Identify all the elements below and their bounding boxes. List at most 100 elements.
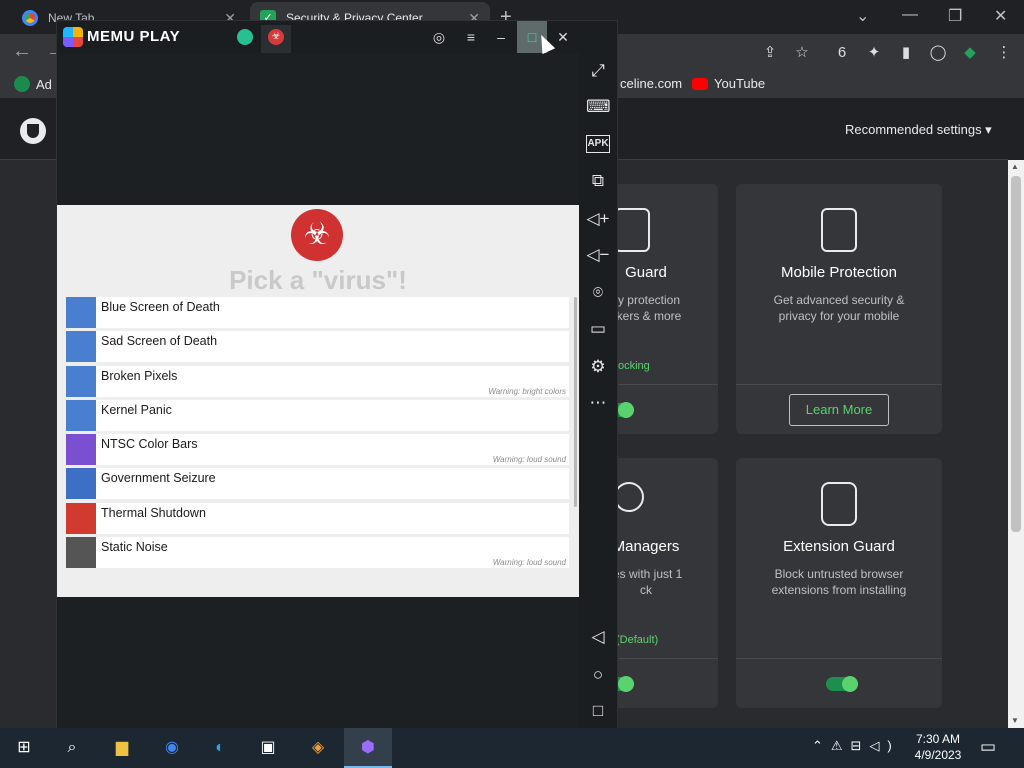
card-description: Block untrusted browser extensions from … — [771, 567, 907, 597]
color-bars-icon — [66, 434, 96, 466]
hamburger-menu-icon[interactable]: ≡ — [461, 27, 481, 47]
system-tray[interactable]: ⌃⚠⊟◁) — [812, 738, 900, 754]
list-item-label: Broken Pixels — [101, 368, 178, 383]
bookmark-youtube[interactable]: YouTube — [692, 76, 765, 91]
chrome-taskbar-icon[interactable]: ◉ — [160, 736, 184, 760]
mobile-shield-icon — [821, 208, 857, 252]
clock-time[interactable]: 7:30 AM — [890, 732, 986, 746]
card-divider — [736, 658, 942, 659]
scroll-down-icon[interactable]: ▼ — [1011, 716, 1019, 725]
windows-start-icon[interactable]: ⊞ — [12, 736, 36, 760]
apk-icon[interactable]: APK — [586, 135, 610, 153]
volume-down-icon[interactable]: ◁− — [586, 243, 610, 267]
location-icon[interactable]: ⌾ — [586, 281, 610, 305]
account-icon[interactable]: ◎ — [429, 27, 449, 47]
key-icon — [614, 482, 644, 512]
card-status: ocking — [618, 360, 650, 372]
memu-logo-icon — [63, 27, 83, 47]
list-item-label: Government Seizure — [101, 471, 216, 486]
puzzle-shield-icon — [821, 482, 857, 526]
list-item-label: Static Noise — [101, 540, 168, 555]
close-button[interactable]: ✕ — [553, 27, 573, 47]
app-store-icon[interactable] — [237, 29, 253, 45]
list-item-label: Sad Screen of Death — [101, 334, 218, 349]
list-item[interactable]: Kernel Panic — [66, 399, 569, 431]
active-app-tab[interactable]: ☣ — [261, 25, 291, 53]
bookmark-icon — [14, 76, 30, 92]
bookmark-star-icon[interactable]: ☆ — [792, 43, 812, 63]
youtube-icon — [692, 77, 708, 90]
page-scrollbar[interactable]: ▲ ▼ — [1008, 160, 1024, 728]
memu-emulator-window: MEMU PLAY ☣ ◎ ≡ – □ ✕ ⋘ ☣ Pick a "virus"… — [56, 20, 618, 729]
biohazard-icon: ☣ — [291, 209, 343, 261]
notifications-icon[interactable]: ▭ — [980, 737, 996, 757]
memu-taskbar-icon: ⬢ — [361, 739, 375, 756]
menu-icon[interactable]: ⋮ — [994, 43, 1014, 63]
broken-image-icon — [66, 365, 96, 397]
bookmark-item[interactable]: celine.com — [620, 76, 682, 91]
list-item[interactable]: Blue Screen of Death — [66, 297, 569, 328]
list-scrollbar[interactable] — [574, 297, 577, 507]
minimize-button[interactable]: – — [491, 27, 511, 47]
card-extension-guard: Extension Guard Block untrusted browser … — [736, 458, 942, 708]
back-icon[interactable]: ← — [12, 40, 32, 63]
card-mobile-protection: Mobile Protection Get advanced security … — [736, 184, 942, 434]
noise-icon — [66, 537, 96, 569]
biohazard-app-icon: ☣ — [268, 29, 284, 45]
scroll-up-icon[interactable]: ▲ — [1011, 162, 1019, 171]
memu-sidebar: ⤢ ⌨ APK ⧉ ◁+ ◁− ⌾ ▭ ⚙ ⋯ ◁ ○ □ — [579, 21, 617, 729]
bookmark-label: Ad — [36, 76, 52, 92]
tab-search-icon[interactable]: ⌄ — [856, 6, 869, 26]
security-extension-icon[interactable]: ◆ — [960, 43, 980, 63]
scrollbar-thumb[interactable] — [1011, 176, 1021, 532]
restore-button[interactable]: ❐ — [948, 6, 962, 26]
card-title: Mobile Protection — [781, 264, 897, 281]
settings-icon[interactable]: ⚙ — [586, 355, 610, 379]
virus-list: Blue Screen of Death Sad Screen of Death B… — [66, 297, 569, 571]
list-item[interactable]: Government Seizure — [66, 468, 569, 500]
home-icon[interactable]: ○ — [586, 663, 610, 687]
file-explorer-icon[interactable]: ▆ — [110, 736, 134, 760]
badge-icon — [66, 468, 96, 500]
memu-titlebar[interactable]: MEMU PLAY ☣ ◎ ≡ – □ ✕ ⋘ — [57, 21, 617, 53]
share-icon[interactable]: ⇪ — [760, 43, 780, 63]
list-item[interactable]: Sad Screen of Death — [66, 331, 569, 363]
profile-icon[interactable]: ◯ — [928, 43, 948, 63]
side-panel-icon[interactable]: ▮ — [896, 43, 916, 63]
puzzle-icon[interactable]: ✦ — [864, 43, 884, 63]
volume-up-icon[interactable]: ◁+ — [586, 207, 610, 231]
extension-guard-toggle[interactable] — [826, 676, 858, 692]
card-title: Extension Guard — [783, 538, 895, 555]
list-item[interactable]: Broken Pixels Warning: bright colors — [66, 365, 569, 397]
recommended-settings-dropdown[interactable]: Recommended settings ▾ — [845, 122, 992, 138]
fullscreen-icon[interactable]: ⤢ — [586, 59, 610, 83]
close-window-button[interactable]: ✕ — [994, 6, 1007, 26]
more-icon[interactable]: ⋯ — [586, 391, 610, 415]
flame-icon — [66, 502, 96, 534]
security-app-icon[interactable]: ◈ — [306, 736, 330, 760]
list-item[interactable]: Thermal Shutdown — [66, 502, 569, 534]
recents-icon[interactable]: □ — [586, 699, 610, 723]
keyboard-icon[interactable]: ⌨ — [586, 95, 611, 119]
bookmark-item[interactable]: Ad — [14, 76, 52, 92]
list-item-warning: Warning: loud sound — [492, 455, 566, 465]
bookmark-label: YouTube — [714, 76, 766, 91]
folder-icon[interactable]: ▭ — [586, 317, 610, 341]
clock-date[interactable]: 4/9/2023 — [890, 748, 986, 762]
list-item-warning: Warning: bright colors — [488, 386, 566, 396]
list-item-label: Blue Screen of Death — [101, 300, 220, 314]
multi-window-icon[interactable]: ⧉ — [586, 169, 610, 193]
minimize-button[interactable]: — — [902, 6, 918, 24]
back-icon[interactable]: ◁ — [586, 625, 610, 649]
extension-badge-icon[interactable]: 6 — [832, 43, 852, 63]
terminal-icon[interactable]: ▣ — [256, 736, 280, 760]
brand-shield-icon — [20, 118, 46, 144]
list-item[interactable]: Static Noise Warning: loud sound — [66, 537, 569, 569]
memu-taskbar-button[interactable]: ⬢ — [344, 728, 392, 768]
chrome-icon — [22, 10, 38, 26]
edge-icon[interactable]: ◐ — [208, 736, 232, 760]
learn-more-button[interactable]: Learn More — [789, 394, 889, 426]
list-item[interactable]: NTSC Color Bars Warning: loud sound — [66, 434, 569, 466]
list-item-label: NTSC Color Bars — [101, 437, 198, 452]
search-icon[interactable]: ⌕ — [60, 736, 84, 760]
